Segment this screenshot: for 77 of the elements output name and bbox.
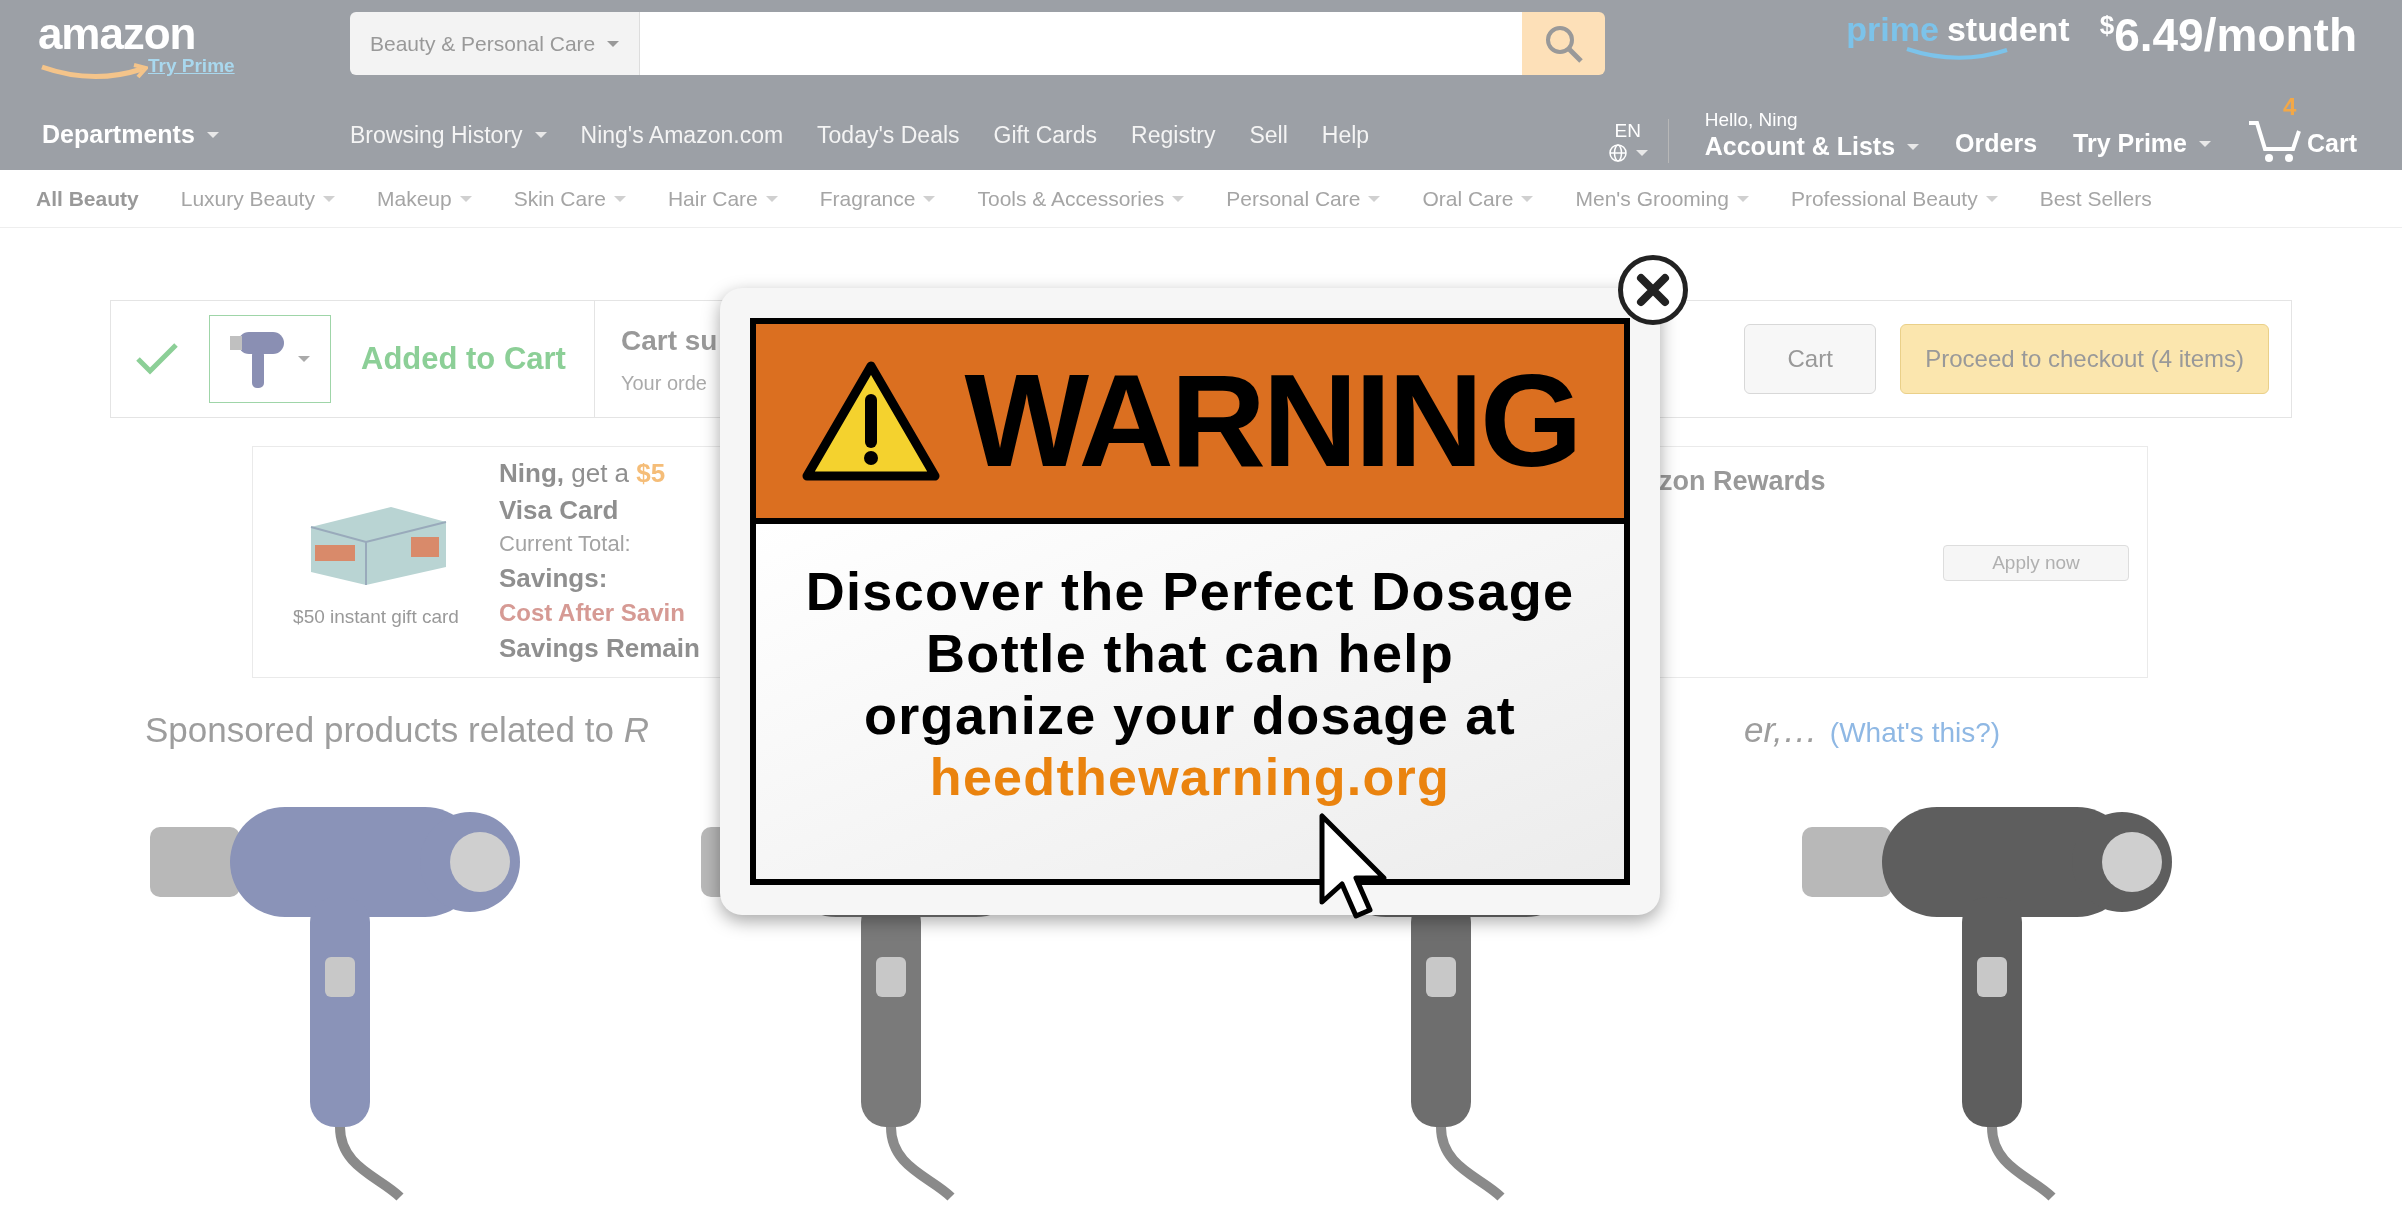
caret-icon (459, 195, 472, 202)
orders-link[interactable]: Orders (1955, 125, 2038, 163)
caret-icon (298, 356, 310, 362)
category-tab[interactable]: Best Sellers (2039, 182, 2152, 215)
cart-icon (2247, 118, 2303, 163)
caret-icon (1521, 195, 1534, 202)
category-dropdown[interactable]: Beauty & Personal Care (350, 12, 641, 75)
globe-icon (1607, 142, 1628, 163)
sponsored-heading: Sponsored products related to R (145, 709, 649, 751)
category-tab[interactable]: Makeup (376, 182, 472, 215)
category-tab[interactable]: Professional Beauty (1790, 182, 1998, 215)
sponsored-heading-end: er,… (1743, 709, 1818, 751)
category-tab[interactable]: All Beauty (36, 182, 139, 215)
caret-icon (322, 195, 335, 202)
caret-icon (613, 195, 626, 202)
offer-text: Visa Card (499, 493, 620, 526)
category-tab[interactable]: Fragrance (819, 182, 936, 215)
category-tab[interactable]: Luxury Beauty (180, 182, 335, 215)
nav-link[interactable]: Gift Cards (993, 117, 1098, 153)
warning-message: organize your dosage at (863, 684, 1517, 746)
warning-message: Bottle that can help (926, 622, 1454, 684)
search-button[interactable] (1522, 12, 1605, 75)
offer-text: Ning, get a $5 (499, 457, 667, 490)
check-icon (135, 341, 179, 377)
rewards-title: zon Rewards (1659, 465, 1826, 498)
language-selector[interactable]: EN (1607, 118, 1669, 163)
greeting-text: Hello, Ning (1704, 107, 1799, 132)
departments-menu[interactable]: Departments (0, 116, 350, 154)
warning-heading: WARNING (964, 355, 1580, 487)
caret-icon (1907, 143, 1920, 150)
caret-icon (1635, 149, 1648, 156)
search-field[interactable] (640, 12, 1522, 75)
caret-icon (2199, 140, 2211, 147)
cart-summary-title: Cart su (620, 324, 718, 358)
nav-link[interactable]: Registry (1131, 117, 1216, 153)
caret-icon (1368, 195, 1381, 202)
search-icon (1543, 23, 1584, 64)
close-icon (1636, 273, 1670, 307)
category-tab[interactable]: Tools & Accessories (977, 182, 1185, 215)
warning-icon (800, 360, 941, 482)
nav-link[interactable]: Ning's Amazon.com (580, 117, 784, 153)
category-tab[interactable]: Oral Care (1422, 182, 1534, 215)
promo-price: $6.49/month (2099, 12, 2357, 58)
caret-icon (534, 132, 547, 138)
cart-summary-text: Your orde (620, 371, 708, 396)
caret-icon (1172, 195, 1185, 202)
nav-link[interactable]: Today's Deals (817, 117, 960, 153)
caret-icon (923, 195, 936, 202)
nav-link[interactable]: Browsing History (350, 117, 547, 153)
gift-card-caption: $50 instant gift card (293, 605, 459, 629)
warning-message: Discover the Perfect Dosage (805, 560, 1575, 622)
cart-button[interactable]: Cart (1744, 324, 1877, 394)
website-link[interactable]: heedthewarning.org (929, 746, 1451, 808)
nav-link[interactable]: Help (1321, 117, 1370, 153)
offer-text: Current Total: (499, 530, 632, 558)
category-tab[interactable]: Skin Care (513, 182, 626, 215)
product-thumbnail[interactable] (209, 315, 331, 403)
try-prime-menu[interactable]: Try Prime (2073, 125, 2211, 163)
smile-arrow-icon (38, 62, 148, 81)
checkout-button[interactable]: Proceed to checkout (4 items) (1900, 324, 2269, 394)
caret-icon (765, 195, 778, 202)
apply-now-button[interactable]: Apply now (1943, 545, 2129, 581)
category-tab[interactable]: Personal Care (1226, 182, 1381, 215)
whats-this-link[interactable]: (What's this?) (1829, 712, 2001, 754)
caret-icon (1985, 195, 1998, 202)
student-wordmark: student (1946, 12, 2070, 46)
offer-text: Cost After Savin (499, 598, 686, 628)
category-tab[interactable]: Men's Grooming (1575, 182, 1749, 215)
added-to-cart-text: Added to Cart (361, 339, 566, 378)
caret-icon (607, 40, 620, 47)
account-menu[interactable]: Account & Lists (1704, 131, 1920, 163)
caret-icon (206, 132, 219, 138)
prime-wordmark: prime (1846, 12, 1939, 46)
caret-icon (1736, 195, 1749, 202)
nav-link[interactable]: Sell (1249, 117, 1288, 153)
cart-count: 4 (2283, 91, 2297, 122)
category-tab[interactable]: Hair Care (667, 182, 778, 215)
